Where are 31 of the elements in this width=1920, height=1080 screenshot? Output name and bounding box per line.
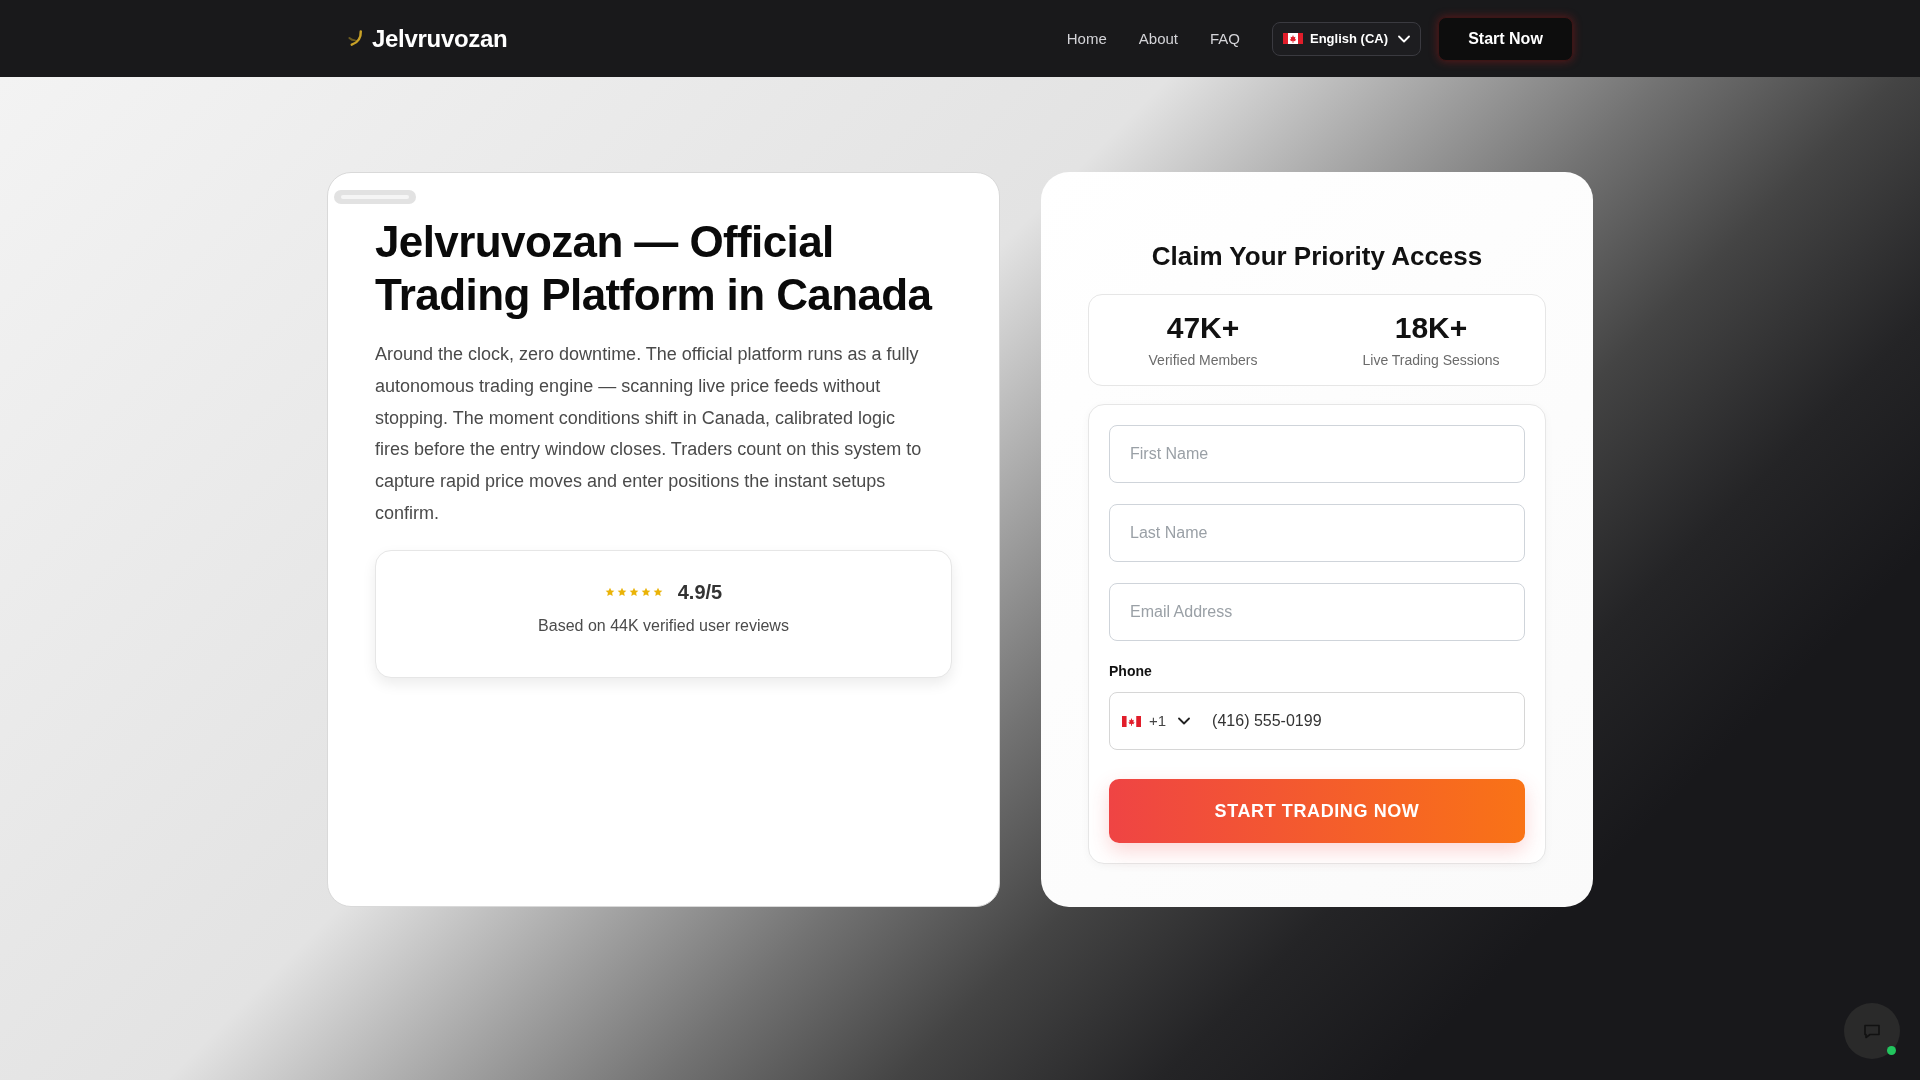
hero-title: Jelvruvozan — Official Trading Platform in Canada — [375, 216, 934, 321]
text-input[interactable]: Email Address — [1109, 583, 1525, 641]
country-code-select[interactable]: +1 — [1122, 709, 1191, 733]
stat-label: Verified Members — [1148, 351, 1258, 370]
rating-caption: Based on 44K verified user reviews — [538, 615, 789, 636]
language-select[interactable]: English (CA) — [1272, 21, 1421, 56]
phone-label: Phone — [1109, 662, 1153, 681]
star-icon — [616, 586, 627, 597]
chevron-down-icon — [1398, 34, 1410, 43]
hero-description: Around the clock, zero downtime. The official platform runs as a fully autonomous trading engine — scanning live price feeds without stopping. The moment conditions shift in Canada, calibrated logic fires before the entry window closes. Traders count on this system to capture rapid price moves and enter positions the instant setups confirm. — [375, 343, 923, 525]
star-icon — [640, 586, 651, 597]
nav-link[interactable]: About — [1138, 28, 1178, 49]
phone-field[interactable]: +1 (416) 555-0199 — [1109, 692, 1525, 750]
form-title: Claim Your Priority Access — [1150, 240, 1484, 273]
star-icon — [604, 586, 615, 597]
chevron-down-icon — [1178, 717, 1191, 725]
star-icon — [652, 586, 663, 597]
canada-flag-icon — [1283, 33, 1303, 44]
text-input[interactable]: Last Name — [1109, 504, 1525, 562]
canada-flag-icon — [1122, 715, 1141, 727]
rounded-bar-icon — [334, 190, 416, 204]
rating-score: 4.9/5 — [677, 579, 723, 605]
logo-link[interactable]: Jelvruvozan — [347, 23, 508, 54]
nav-link[interactable]: Home — [1066, 28, 1107, 49]
text-input[interactable]: First Name — [1109, 425, 1525, 483]
star-icon — [628, 586, 639, 597]
start-now-button[interactable]: Start Now — [1438, 16, 1573, 61]
nav-link[interactable]: FAQ — [1210, 28, 1240, 49]
stat-label: Live Trading Sessions — [1362, 351, 1500, 370]
stat-value: 18K+ — [1394, 310, 1468, 346]
stat-value: 47K+ — [1166, 310, 1240, 346]
